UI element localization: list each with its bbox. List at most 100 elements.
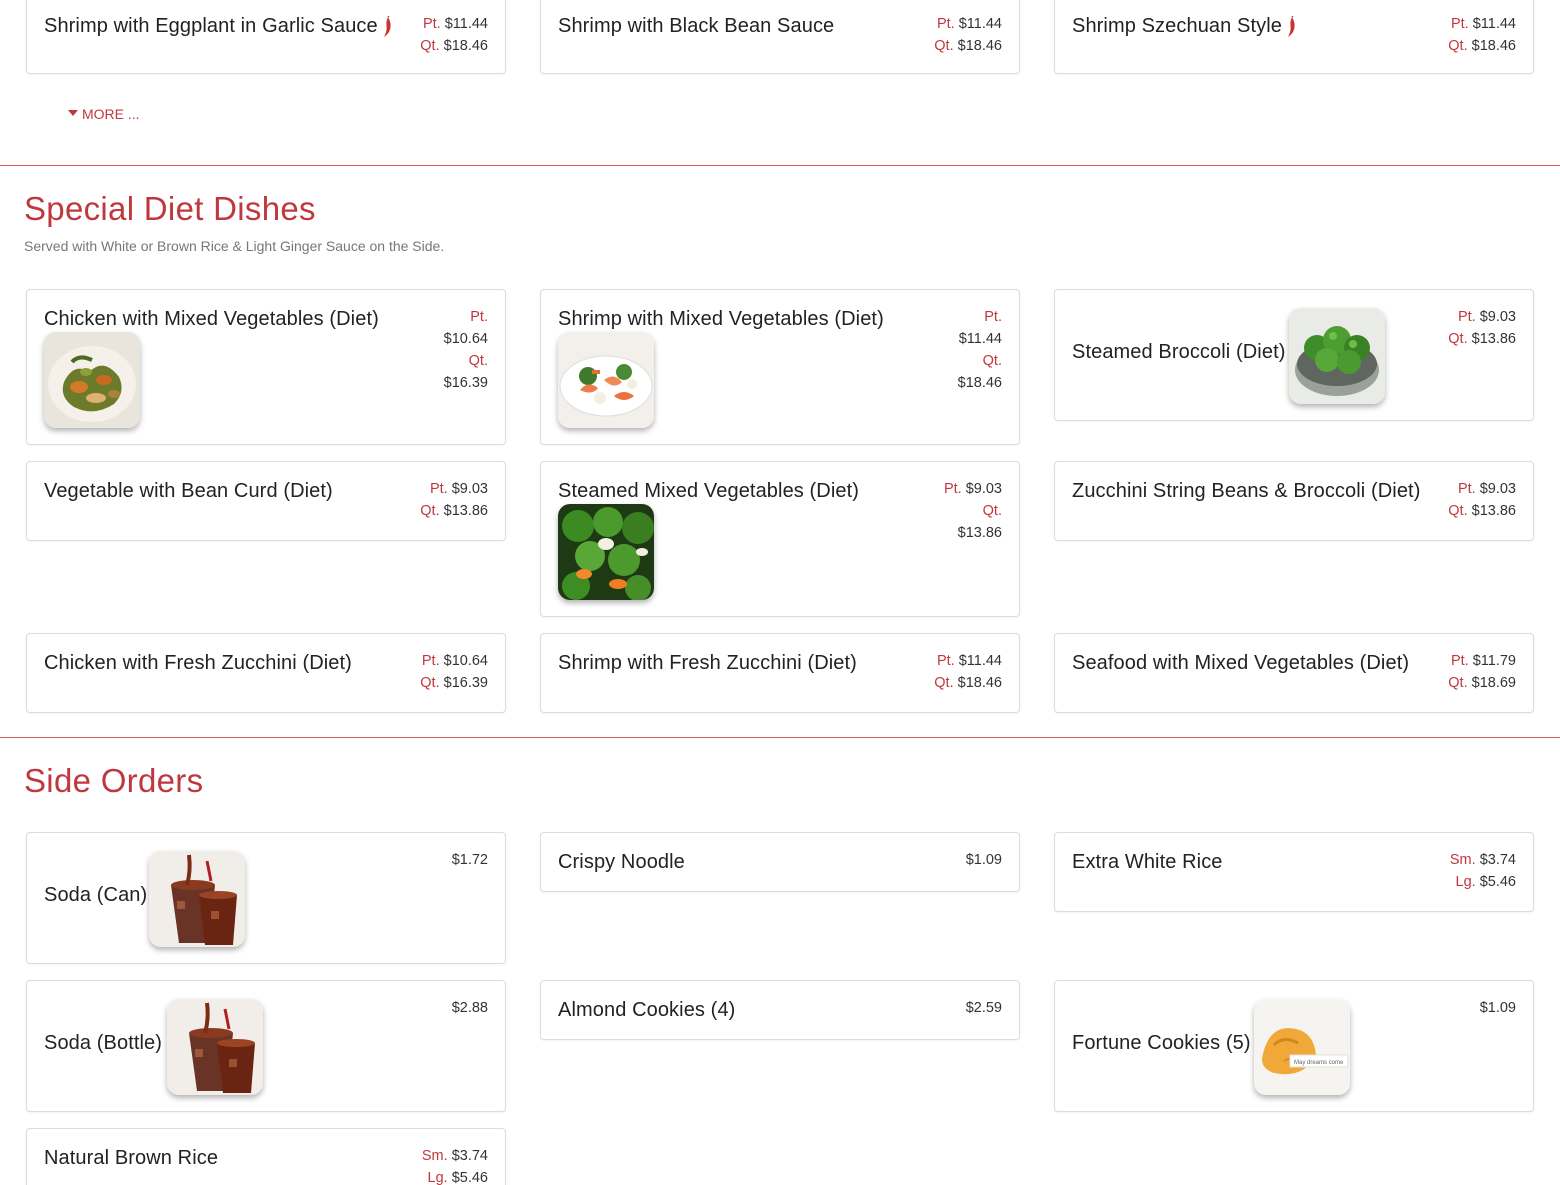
price-value: $13.86 <box>1471 503 1516 519</box>
price-value: $2.88 <box>451 1000 488 1016</box>
price-value: $11.44 <box>444 16 488 32</box>
price-value: $2.59 <box>965 1000 1002 1016</box>
price-value: $9.03 <box>1479 309 1516 325</box>
soda-can-photo <box>149 851 245 947</box>
steamed-broccoli-photo <box>1289 308 1385 404</box>
menu-item-name: Soda (Can) <box>44 884 148 906</box>
price-value: $1.09 <box>965 852 1002 868</box>
price-list: Sm. $3.74 Lg. $5.46 <box>421 1148 488 1185</box>
menu-item-name: Steamed Broccoli (Diet) <box>1072 341 1286 363</box>
soda-bottle-photo <box>167 999 263 1095</box>
menu-item-card[interactable]: Fortune Cookies (5) May dreams come $1.0… <box>1054 980 1534 1112</box>
shrimp-vegetables-photo <box>558 332 654 428</box>
price-list: Pt. $11.44 Qt. $18.46 <box>1448 16 1516 54</box>
menu-item-card[interactable]: Almond Cookies (4) $2.59 <box>540 980 1020 1040</box>
menu-item-card[interactable]: Natural Brown Rice Sm. $3.74 Lg. $5.46 <box>26 1128 506 1185</box>
menu-item-card[interactable]: Shrimp with Fresh Zucchini (Diet) Pt. $1… <box>540 633 1020 713</box>
price-value: $3.74 <box>451 1148 488 1164</box>
price-value: $3.74 <box>1479 852 1516 868</box>
price-value: $16.39 <box>443 675 488 691</box>
price-value: $13.86 <box>443 503 488 519</box>
menu-item-card[interactable]: Soda (Can) $1.72 <box>26 832 506 964</box>
price-list: $2.59 <box>966 997 1002 1019</box>
menu-item-card[interactable]: Shrimp with Black Bean Sauce Pt. $11.44 … <box>540 0 1020 74</box>
menu-item-name: Fortune Cookies (5) <box>1072 1032 1251 1054</box>
menu-item-name: Zucchini String Beans & Broccoli (Diet) <box>1072 480 1421 502</box>
menu-item-name: Shrimp Szechuan Style <box>1072 15 1282 37</box>
menu-item-card[interactable]: Zucchini String Beans & Broccoli (Diet) … <box>1054 461 1534 541</box>
price-value: $18.46 <box>443 38 488 54</box>
menu-item-card[interactable]: Seafood with Mixed Vegetables (Diet) Pt.… <box>1054 633 1534 713</box>
menu-item-name: Almond Cookies (4) <box>558 999 736 1021</box>
price-value: $18.46 <box>957 375 1002 391</box>
menu-item-name: Natural Brown Rice <box>44 1147 219 1169</box>
menu-item-name: Vegetable with Bean Curd (Diet) <box>44 480 333 502</box>
price-list: Pt. $9.03 Qt. $13.86 <box>1448 309 1516 347</box>
price-value: $9.03 <box>965 481 1002 497</box>
price-value: $16.39 <box>443 375 488 391</box>
price-value: $11.44 <box>1472 16 1516 32</box>
price-list: Pt. $10.64 Qt. $16.39 <box>420 653 488 691</box>
menu-item-card[interactable]: Chicken with Mixed Vegetables (Diet) Pt.… <box>26 289 506 445</box>
menu-item-card[interactable]: Crispy Noodle $1.09 <box>540 832 1020 892</box>
price-list: Pt. $9.03 Qt. $13.86 <box>1448 481 1516 519</box>
menu-item-name: Chicken with Mixed Vegetables (Diet) <box>44 308 379 330</box>
price-list: Pt. $9.03 Qt. $13.86 <box>944 478 1002 544</box>
price-value: $18.46 <box>957 38 1002 54</box>
section-divider <box>0 165 1560 166</box>
chicken-vegetables-photo <box>44 332 140 428</box>
price-list: Pt. $11.79 Qt. $18.69 <box>1448 653 1516 691</box>
price-value: $10.64 <box>443 653 488 669</box>
more-link[interactable]: MORE ... <box>68 106 140 122</box>
menu-item-name: Shrimp with Mixed Vegetables (Diet) <box>558 308 884 330</box>
price-list: Pt. $11.44 Qt. $18.46 <box>420 16 488 54</box>
menu-item-card[interactable]: Shrimp with Eggplant in Garlic Sauce Pt.… <box>26 0 506 74</box>
menu-item-name: Crispy Noodle <box>558 851 685 873</box>
price-list: $1.72 <box>452 849 488 871</box>
menu-item-name: Soda (Bottle) <box>44 1032 163 1054</box>
section-title: Special Diet Dishes <box>24 190 316 227</box>
price-value: $18.69 <box>1471 675 1516 691</box>
price-value: $1.72 <box>451 852 488 868</box>
price-list: $2.88 <box>452 997 488 1019</box>
menu-item-card[interactable]: Steamed Mixed Vegetables (Diet) Pt. $9.0… <box>540 461 1020 617</box>
chili-pepper-icon <box>382 15 392 38</box>
price-value: $11.44 <box>958 16 1002 32</box>
price-value: $5.46 <box>451 1170 488 1185</box>
price-list: Pt. $11.44 Qt. $18.46 <box>934 16 1002 54</box>
menu-item-card[interactable]: Extra White Rice Sm. $3.74 Lg. $5.46 <box>1054 832 1534 912</box>
menu-item-name: Seafood with Mixed Vegetables (Diet) <box>1072 652 1410 674</box>
price-value: $13.86 <box>957 525 1002 541</box>
menu-item-card[interactable]: Chicken with Fresh Zucchini (Diet) Pt. $… <box>26 633 506 713</box>
price-value: $18.46 <box>957 675 1002 691</box>
caret-down-icon <box>68 110 78 117</box>
menu-item-name: Shrimp with Eggplant in Garlic Sauce <box>44 15 378 37</box>
price-value: $9.03 <box>1479 481 1516 497</box>
menu-item-name: Steamed Mixed Vegetables (Diet) <box>558 480 860 502</box>
menu-item-name: Extra White Rice <box>1072 851 1223 873</box>
price-list: $1.09 <box>1480 997 1516 1019</box>
menu-item-card[interactable]: Steamed Broccoli (Diet) Pt. $9.03 Qt. $1… <box>1054 289 1534 421</box>
menu-item-card[interactable]: Soda (Bottle) $2.88 <box>26 980 506 1112</box>
menu-item-name: Chicken with Fresh Zucchini (Diet) <box>44 652 352 674</box>
price-list: Pt. $11.44 Qt. $18.46 <box>942 306 1002 394</box>
menu-item-name: Shrimp with Black Bean Sauce <box>558 15 835 37</box>
menu-item-card[interactable]: Vegetable with Bean Curd (Diet) Pt. $9.0… <box>26 461 506 541</box>
section-title: Side Orders <box>24 762 204 799</box>
price-value: $11.44 <box>958 331 1002 347</box>
menu-item-card[interactable]: Shrimp with Mixed Vegetables (Diet) Pt. … <box>540 289 1020 445</box>
steamed-mixed-vegetables-photo <box>558 504 654 600</box>
price-list: Sm. $3.74 Lg. $5.46 <box>1449 852 1516 890</box>
price-value: $5.46 <box>1479 874 1516 890</box>
price-value: $18.46 <box>1471 38 1516 54</box>
section-subtitle: Served with White or Brown Rice & Light … <box>24 238 445 254</box>
price-value: $1.09 <box>1479 1000 1516 1016</box>
price-value: $13.86 <box>1471 331 1516 347</box>
menu-item-card[interactable]: Shrimp Szechuan Style Pt. $11.44 Qt. $18… <box>1054 0 1534 74</box>
price-value: $11.44 <box>958 653 1002 669</box>
price-list: Pt. $11.44 Qt. $18.46 <box>934 653 1002 691</box>
price-list: Pt. $9.03 Qt. $13.86 <box>420 481 488 519</box>
menu-item-name: Shrimp with Fresh Zucchini (Diet) <box>558 652 857 674</box>
price-list: $1.09 <box>966 849 1002 871</box>
fortune-paper-text: May dreams come <box>1294 1060 1344 1066</box>
